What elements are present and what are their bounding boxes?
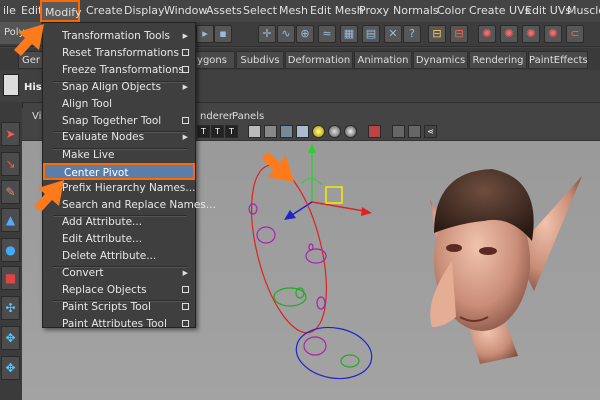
menu-create[interactable]: Create bbox=[83, 0, 126, 22]
option-box-icon bbox=[182, 66, 189, 73]
menu-item-transformation-tools[interactable]: Transformation Tools ▶ bbox=[43, 28, 195, 45]
share-icon[interactable]: ⋖ bbox=[424, 125, 437, 138]
menu-assets[interactable]: Assets bbox=[203, 0, 245, 22]
texture-icon[interactable] bbox=[280, 125, 293, 138]
select-by-object-icon[interactable]: ▪ bbox=[214, 25, 232, 43]
snap-point-icon[interactable]: ⊕ bbox=[296, 25, 314, 43]
menu-select[interactable]: Select bbox=[240, 0, 280, 22]
menu-item-edit-attribute[interactable]: Edit Attribute... bbox=[43, 231, 195, 248]
menu-item-snap-align-objects[interactable]: Snap Align Objects ▶ bbox=[43, 79, 195, 96]
paint-select-icon[interactable]: ✎ bbox=[1, 180, 20, 204]
orange-arrow-icon bbox=[34, 180, 64, 212]
shelf-menu-icon[interactable] bbox=[3, 74, 19, 96]
menu-item-delete-attribute[interactable]: Delete Attribute... bbox=[43, 248, 195, 265]
hypershade-icon[interactable]: ✺ bbox=[544, 25, 562, 43]
lighting-icon[interactable] bbox=[296, 125, 309, 138]
ipr-render-icon[interactable]: ✺ bbox=[500, 25, 518, 43]
select-tool-icon[interactable]: ➤ bbox=[1, 122, 20, 146]
menu-item-evaluate-nodes[interactable]: Evaluate Nodes ▶ bbox=[43, 129, 195, 146]
menu-item-freeze-transformations[interactable]: Freeze Transformations bbox=[43, 62, 195, 79]
tab-subdivs[interactable]: Subdivs bbox=[236, 51, 284, 69]
modify-menu: Transformation Tools ▶ Reset Transformati… bbox=[42, 22, 216, 330]
manip-tool-icon[interactable]: ✣ bbox=[1, 296, 20, 320]
text-icon-3[interactable]: T bbox=[225, 125, 238, 138]
all-lights-icon[interactable] bbox=[328, 125, 341, 138]
scale-tool-icon[interactable]: ■ bbox=[1, 266, 20, 290]
option-box-icon bbox=[182, 117, 189, 124]
menu-proxy[interactable]: Proxy bbox=[356, 0, 392, 22]
tab-animation[interactable]: Animation bbox=[354, 51, 412, 69]
menu-file[interactable]: ile bbox=[0, 0, 19, 22]
orange-arrow-icon bbox=[262, 152, 294, 182]
shadow-icon[interactable] bbox=[344, 125, 357, 138]
menu-muscle[interactable]: Muscle bbox=[564, 0, 600, 22]
menu-mesh[interactable]: Mesh bbox=[276, 0, 311, 22]
menu-item-add-attribute[interactable]: Add Attribute... bbox=[43, 214, 195, 231]
select-by-hierarchy-icon[interactable]: ▸ bbox=[196, 25, 214, 43]
hud-icon[interactable] bbox=[408, 125, 421, 138]
render-view-icon[interactable]: ⊟ bbox=[450, 25, 468, 43]
last-tool-icon[interactable]: ✥ bbox=[1, 356, 20, 380]
tab-dynamics[interactable]: Dynamics bbox=[413, 51, 468, 69]
default-light-icon[interactable] bbox=[312, 125, 325, 138]
history-label: His bbox=[24, 82, 42, 93]
lasso-tool-icon[interactable]: ↘ bbox=[1, 152, 20, 176]
elf-head-model bbox=[430, 169, 582, 364]
menu-color[interactable]: Color bbox=[434, 0, 469, 22]
move-tool-icon[interactable]: ▲ bbox=[1, 208, 20, 232]
menu-item-paint-attributes-tool[interactable]: Paint Attributes Tool bbox=[43, 316, 195, 333]
menu-item-snap-together-tool[interactable]: Snap Together Tool bbox=[43, 113, 195, 130]
soft-mod-icon[interactable]: ✥ bbox=[1, 326, 20, 350]
history-icon[interactable]: ▤ bbox=[362, 25, 380, 43]
render-current-icon[interactable]: ✺ bbox=[478, 25, 496, 43]
menu-item-align-tool[interactable]: Align Tool bbox=[43, 96, 195, 113]
menu-bar: ile Edit Modify Create Display Window As… bbox=[0, 0, 600, 23]
text-icon-2[interactable]: T bbox=[211, 125, 224, 138]
isolate-icon[interactable] bbox=[368, 125, 381, 138]
orange-arrow-icon bbox=[14, 24, 44, 56]
construction-icon[interactable]: ✕ bbox=[384, 25, 402, 43]
menu-item-paint-scripts-tool[interactable]: Paint Scripts Tool bbox=[43, 299, 195, 316]
text-icon-1[interactable]: T bbox=[197, 125, 210, 138]
snap-curve-icon[interactable]: ∿ bbox=[277, 25, 295, 43]
menu-item-replace-objects[interactable]: Replace Objects bbox=[43, 282, 195, 299]
xray-icon[interactable] bbox=[392, 125, 405, 138]
render-region-icon[interactable]: ? bbox=[403, 25, 421, 43]
option-box-icon bbox=[182, 49, 189, 56]
smooth-shade-icon[interactable] bbox=[264, 125, 277, 138]
snap-view-plane-icon[interactable]: ≈ bbox=[318, 25, 336, 43]
snap-grid-icon[interactable]: ✛ bbox=[258, 25, 276, 43]
render-settings-icon[interactable]: ✺ bbox=[522, 25, 540, 43]
tab-deformation[interactable]: Deformation bbox=[285, 51, 353, 69]
option-box-icon bbox=[182, 303, 189, 310]
input-output-icon[interactable]: ⊂ bbox=[566, 25, 584, 43]
menu-item-make-live[interactable]: Make Live bbox=[43, 147, 195, 164]
tab-rendering[interactable]: Rendering bbox=[469, 51, 527, 69]
menu-item-reset-transformations[interactable]: Reset Transformations bbox=[43, 45, 195, 62]
rotate-tool-icon[interactable]: ● bbox=[1, 238, 20, 262]
option-box-icon bbox=[182, 320, 189, 327]
curve-loops bbox=[248, 164, 373, 380]
wireframe-icon[interactable] bbox=[248, 125, 261, 138]
make-live-icon[interactable]: ▦ bbox=[340, 25, 358, 43]
toolbox: ➤ ↘ ✎ ▲ ● ■ ✣ ✥ ✥ bbox=[0, 102, 23, 400]
lock-icon[interactable]: ⊟ bbox=[428, 25, 446, 43]
menu-item-convert[interactable]: Convert ▶ bbox=[43, 265, 195, 282]
option-box-icon bbox=[182, 286, 189, 293]
menu-modify[interactable]: Modify bbox=[40, 0, 81, 22]
tab-painteffects[interactable]: PaintEffects bbox=[528, 51, 588, 69]
